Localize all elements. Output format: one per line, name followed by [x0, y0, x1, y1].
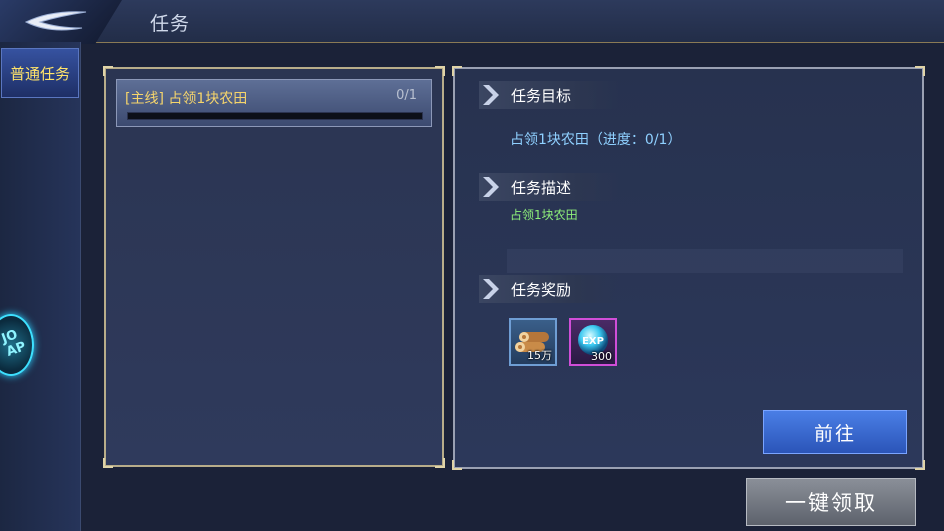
corner-ornament	[435, 458, 445, 468]
reward-qty: 15万	[527, 349, 552, 362]
quest-progress-bar	[127, 112, 423, 120]
quest-detail-panel: 任务目标 占领1块农田（进度：0/1） 任务描述 占领1块农田 任务奖励 15万…	[452, 66, 925, 470]
page-title: 任务	[150, 13, 191, 35]
corner-ornament	[435, 66, 445, 76]
top-bar: 任务	[0, 0, 944, 44]
desc-text: 占领1块农田	[510, 208, 578, 222]
goal-title: 任务目标	[511, 87, 572, 105]
corner-ornament	[103, 66, 113, 76]
chevron-right-icon	[483, 177, 499, 197]
tab-normal-quests[interactable]: 普通任务	[1, 48, 79, 98]
quest-count: 0/1	[396, 88, 417, 103]
go-button[interactable]: 前往	[763, 410, 907, 454]
reward-item-wood[interactable]: 15万	[509, 318, 557, 366]
corner-ornament	[915, 66, 925, 76]
claim-all-button[interactable]: 一键领取	[746, 478, 916, 526]
chevron-right-icon	[483, 85, 499, 105]
reward-item-exp[interactable]: EXP 300	[569, 318, 617, 366]
quest-list-panel: [主线] 占领1块农田 0/1	[103, 66, 445, 468]
corner-ornament	[915, 460, 925, 470]
goal-text: 占领1块农田（进度：0/1）	[510, 132, 682, 148]
reward-qty: 300	[591, 350, 612, 363]
desc-section-header: 任务描述	[479, 173, 619, 201]
back-arrow-icon	[24, 11, 87, 31]
back-button[interactable]	[0, 0, 122, 44]
corner-ornament	[452, 460, 462, 470]
svg-text:EXP: EXP	[582, 336, 604, 347]
quest-name: [主线] 占领1块农田	[125, 91, 248, 107]
sidebar: 普通任务 JO AP	[0, 42, 81, 531]
reward-title: 任务奖励	[511, 281, 572, 299]
event-badge-text: JO AP	[0, 327, 29, 360]
corner-ornament	[103, 458, 113, 468]
event-badge-icon[interactable]: JO AP	[0, 314, 34, 376]
desc-divider	[507, 249, 903, 273]
chevron-right-icon	[483, 279, 499, 299]
desc-title: 任务描述	[511, 179, 572, 197]
reward-section-header: 任务奖励	[479, 275, 619, 303]
goal-section-header: 任务目标	[479, 81, 619, 109]
corner-ornament	[452, 66, 462, 76]
quest-list-item[interactable]: [主线] 占领1块农田 0/1	[116, 79, 432, 127]
